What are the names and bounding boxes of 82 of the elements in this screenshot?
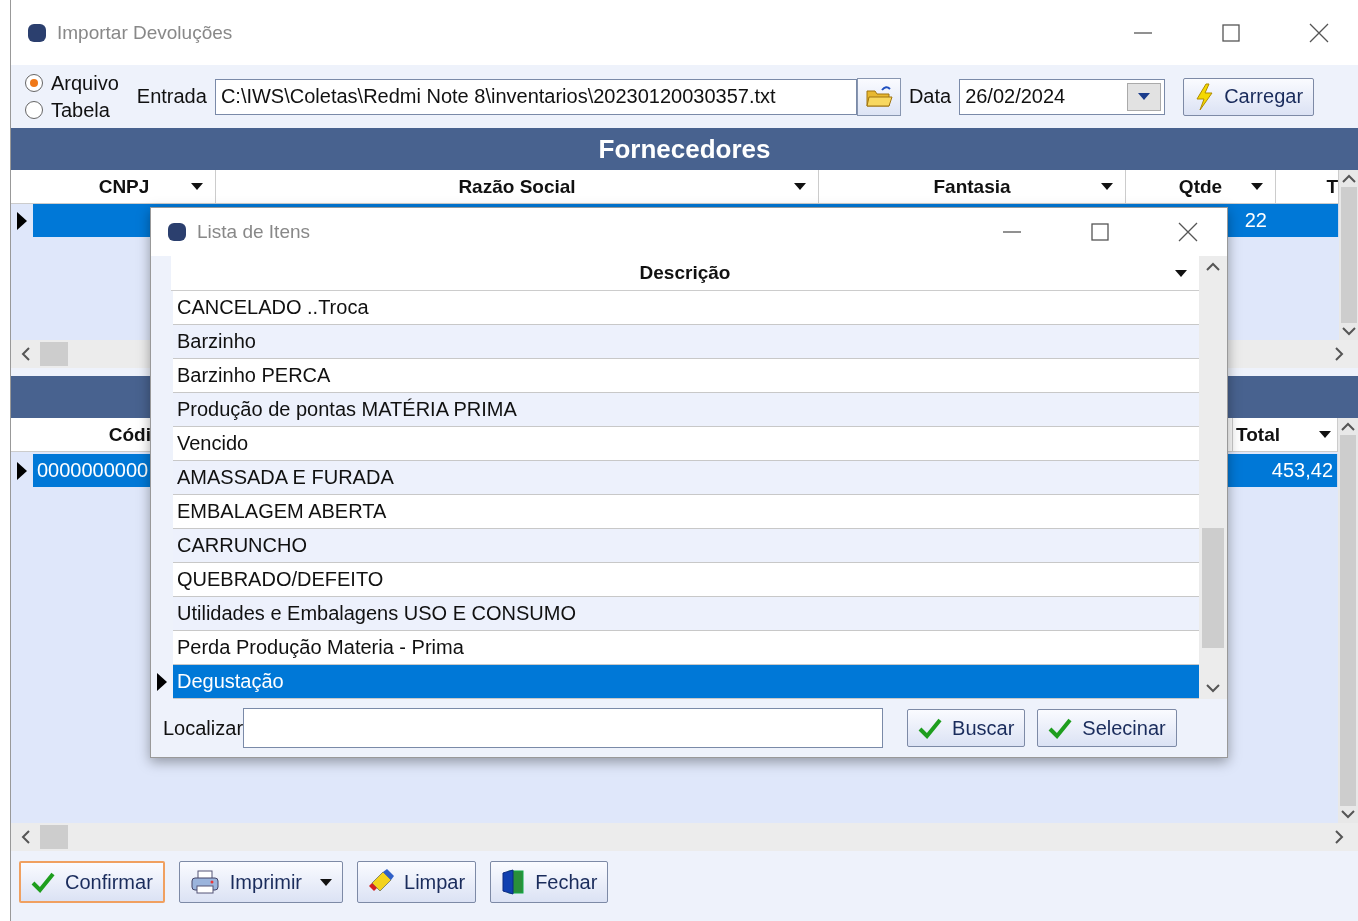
table-cell: 0000000000 [37,459,149,482]
printer-icon [189,869,220,895]
table-cell: 22 [1244,209,1267,232]
dialog-button[interactable]: Buscar [907,709,1026,747]
lightning-icon [1194,82,1215,111]
scroll-thumb[interactable] [1340,187,1357,323]
action-button[interactable]: Fechar [490,861,609,903]
scroll-left-icon [21,830,30,844]
list-item[interactable]: Degustação [173,665,1199,699]
close-icon[interactable] [1178,222,1198,242]
radio-button[interactable] [25,101,43,119]
horizontal-scrollbar[interactable] [11,823,1358,851]
column-header[interactable]: Fantasia [933,175,1011,198]
dropdown-arrow-icon [1138,93,1151,100]
app-icon [167,222,187,242]
dropdown-arrow-icon [1319,431,1331,438]
scroll-thumb[interactable] [40,342,68,366]
scroll-up-icon [1206,262,1220,271]
row-pointer-icon [157,673,167,691]
action-button[interactable]: Limpar [357,861,477,903]
action-button[interactable]: Confirmar [19,861,165,903]
scroll-down-icon [1206,684,1220,693]
app-icon [27,22,47,43]
vertical-scrollbar[interactable] [1339,170,1358,340]
column-header[interactable]: Razão Social [458,175,576,198]
checkmark-icon [1048,717,1073,739]
folder-icon [864,84,893,109]
dropdown-arrow-icon [1175,269,1187,277]
browse-button[interactable] [856,77,901,116]
maximize-icon[interactable] [1222,23,1240,42]
scroll-right-icon [1335,830,1344,844]
action-button[interactable]: Imprimir [178,861,343,903]
column-header[interactable]: CNPJ [98,175,150,198]
field-label: Data [908,85,952,108]
table-cell: 453,42 [1271,459,1333,482]
dropdown-arrow-icon [1101,183,1113,190]
dialog-title: Lista de Itens [197,221,312,243]
dropdown-arrow-icon [1251,183,1263,190]
row-pointer-icon [17,461,27,480]
file-path-field[interactable]: C:\IWS\Coletas\Redmi Note 8\inventarios\20230120030357.txt [214,78,857,115]
scroll-up-icon [1341,174,1356,183]
dropdown-arrow-icon [191,183,203,190]
scroll-thumb[interactable] [40,825,68,849]
column-header[interactable]: Códi [108,423,151,446]
field-label: Localizar [163,716,244,740]
list-item[interactable]: Perda Produção Materia - Prima [173,631,1199,665]
field-label: Entrada [136,85,207,108]
list-item[interactable]: EMBALAGEM ABERTA [173,495,1199,529]
scroll-right-icon [1335,347,1344,361]
checkmark-icon [918,717,943,739]
maximize-icon[interactable] [1091,223,1109,241]
scroll-up-icon [1341,422,1355,431]
scroll-thumb[interactable] [1340,435,1356,806]
list-item[interactable]: QUEBRADO/DEFEITO [173,563,1199,597]
row-pointer-icon [17,211,27,230]
dropdown-arrow-icon [320,878,332,886]
column-header[interactable]: T [1326,175,1338,198]
column-header[interactable]: Descrição [639,262,731,284]
dialog-button[interactable]: Selecinar [1037,709,1177,747]
scroll-thumb[interactable] [1202,527,1224,648]
checkmark-icon [31,871,55,893]
column-header[interactable]: Total [1236,423,1280,446]
date-field[interactable]: 26/02/2024 [959,78,1166,115]
radio-button[interactable] [25,74,43,92]
door-icon [501,869,526,895]
column-header[interactable]: Qtde [1178,175,1223,198]
close-icon[interactable] [1309,22,1329,43]
list-item[interactable]: CANCELADO ..Troca [173,291,1199,325]
dropdown-arrow-icon [794,183,806,190]
section-header: Fornecedores [11,128,1358,170]
search-field[interactable] [243,708,884,748]
scroll-left-icon [21,347,30,361]
vertical-scrollbar[interactable] [1199,256,1227,699]
radio-label: Tabela [51,98,110,122]
load-button[interactable]: Carregar [1183,77,1315,116]
window-title: Importar Devoluções [57,21,234,44]
scroll-down-icon [1341,327,1356,336]
list-item[interactable]: Barzinho PERCA [173,359,1199,393]
list-item[interactable]: Vencido [173,427,1199,461]
radio-label: Arquivo [51,71,119,95]
vertical-scrollbar[interactable] [1338,418,1358,823]
scroll-down-icon [1341,810,1355,819]
